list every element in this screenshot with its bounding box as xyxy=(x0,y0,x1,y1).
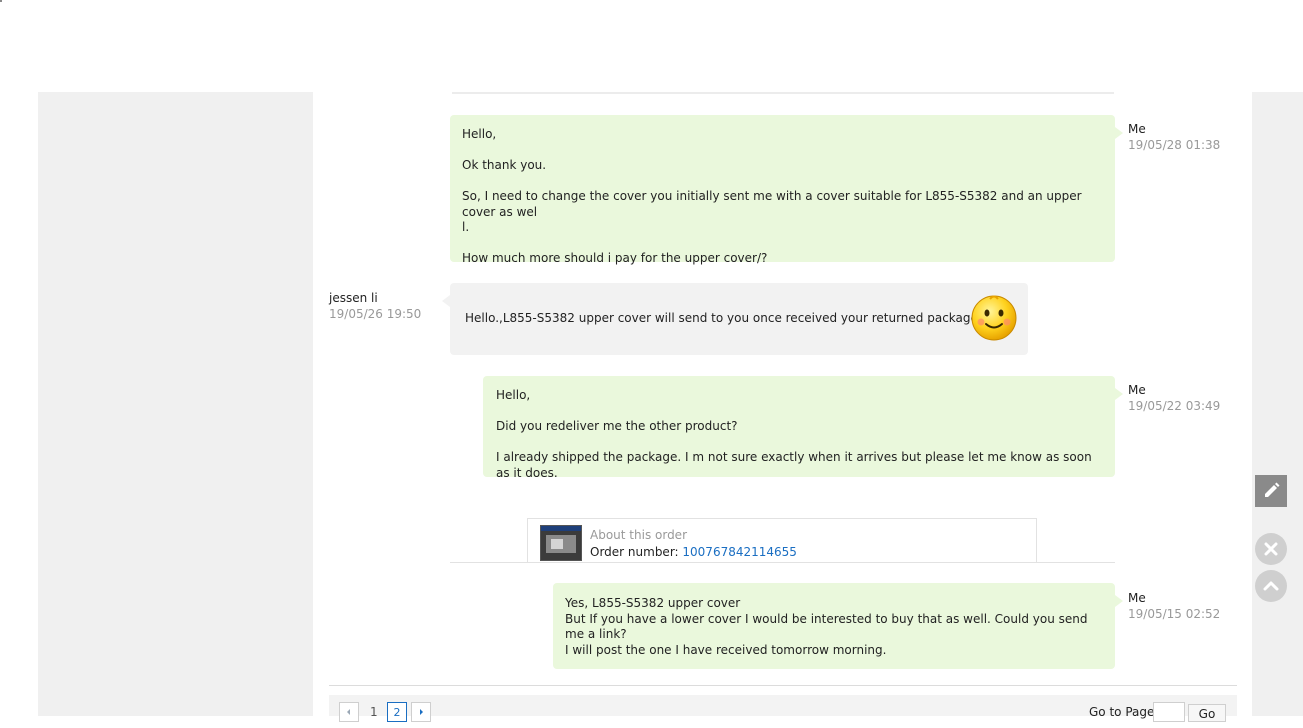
sender-name: Me xyxy=(1128,383,1146,397)
page-link-2-current[interactable]: 2 xyxy=(387,702,407,722)
message-meta: Me 19/05/28 01:38 xyxy=(1128,121,1220,153)
back-to-top-button[interactable] xyxy=(1255,570,1287,602)
message-line: Hello, xyxy=(496,388,531,402)
message-bubble: Hello.,L855-S5382 upper cover will send … xyxy=(442,283,1028,355)
sender-name: Me xyxy=(1128,122,1146,136)
message-line: l. xyxy=(462,220,470,234)
close-button[interactable] xyxy=(1255,533,1287,565)
product-thumbnail-image[interactable] xyxy=(540,525,582,561)
message-line: Did you redeliver me the other product? xyxy=(496,419,738,433)
page-link-1[interactable]: 1 xyxy=(370,705,378,719)
edit-button[interactable] xyxy=(1255,475,1287,507)
message-line: Ok thank you. xyxy=(462,158,547,172)
message-line: So, I need to change the cover you initi… xyxy=(462,189,1082,219)
bubble-tail xyxy=(1115,388,1123,400)
message-time: 19/05/15 02:52 xyxy=(1128,607,1221,621)
message-line: Hello, xyxy=(462,127,497,141)
message-line: I will post the one I have received tomo… xyxy=(565,642,887,657)
close-icon xyxy=(1264,542,1278,556)
divider xyxy=(329,685,1237,686)
left-gutter xyxy=(38,92,313,716)
prev-page-button[interactable] xyxy=(339,702,359,722)
sender-name: Me xyxy=(1128,591,1146,605)
corner-dot xyxy=(0,0,2,2)
order-number: Order number: 100767842114655 xyxy=(590,545,797,559)
order-card-label: About this order xyxy=(590,528,688,542)
order-card: About this order Order number: 100767842… xyxy=(527,518,1037,563)
chevron-right-icon xyxy=(420,709,423,715)
message-time: 19/05/28 01:38 xyxy=(1128,138,1221,152)
message-line: Yes, L855-S5382 upper cover xyxy=(565,596,741,610)
message-line: How much more should i pay for the upper… xyxy=(462,251,768,265)
smiley-emoticon-icon xyxy=(971,295,1017,341)
goto-page-input[interactable] xyxy=(1153,702,1185,722)
message-line: I already shipped the package. I m not s… xyxy=(496,450,1092,480)
chevron-left-icon xyxy=(347,709,350,715)
message-meta: jessen li 19/05/26 19:50 xyxy=(329,290,421,322)
goto-page-label: Go to Page xyxy=(1089,705,1155,719)
order-number-link[interactable]: 100767842114655 xyxy=(682,545,797,559)
bubble-tail xyxy=(1115,127,1123,139)
right-gutter xyxy=(1252,92,1303,716)
bubble-tail xyxy=(1115,595,1123,607)
message-bubble: Hello, Did you redeliver me the other pr… xyxy=(483,376,1123,480)
message-time: 19/05/26 19:50 xyxy=(329,307,422,321)
message-bubble: Yes, L855-S5382 upper cover But If you h… xyxy=(553,583,1123,669)
order-number-label: Order number: xyxy=(590,545,683,559)
message-time: 19/05/22 03:49 xyxy=(1128,399,1221,413)
message-bubble: Hello, Ok thank you. So, I need to chang… xyxy=(450,115,1123,265)
bubble-tail xyxy=(442,295,450,307)
message-meta: Me 19/05/22 03:49 xyxy=(1128,382,1220,414)
go-button[interactable]: Go xyxy=(1188,704,1226,722)
divider xyxy=(450,562,1115,563)
divider xyxy=(452,92,1114,94)
next-page-button[interactable] xyxy=(411,702,431,722)
message-meta: Me 19/05/15 02:52 xyxy=(1128,590,1220,622)
message-line: But If you have a lower cover I would be… xyxy=(565,611,1088,642)
pencil-icon xyxy=(1265,482,1280,497)
message-line: Hello.,L855-S5382 upper cover will send … xyxy=(465,311,1011,325)
sender-name: jessen li xyxy=(329,291,378,305)
chevron-up-icon xyxy=(1263,581,1279,591)
